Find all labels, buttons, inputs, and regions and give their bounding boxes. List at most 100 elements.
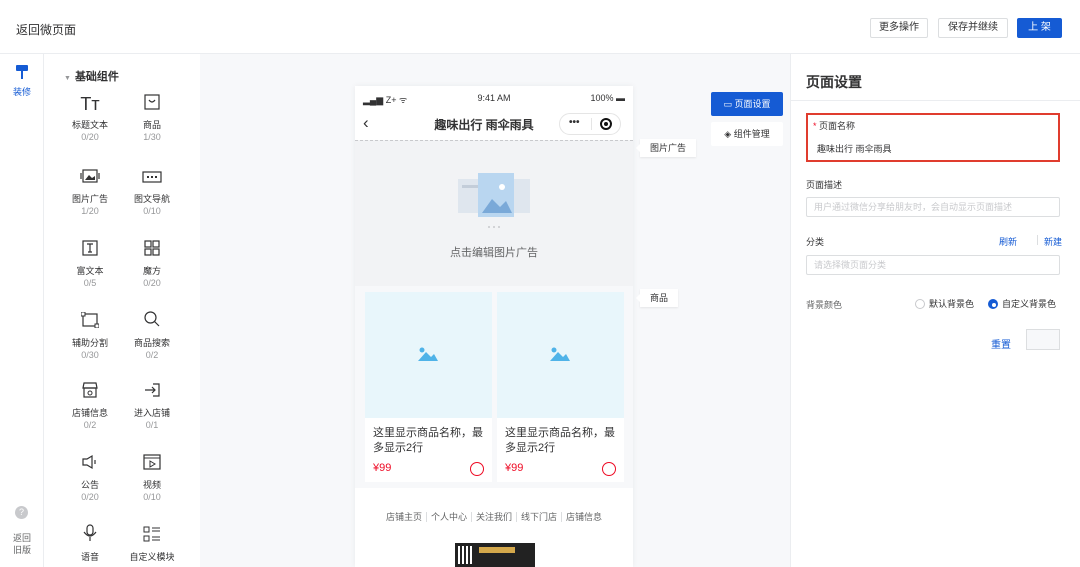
- refresh-link[interactable]: 刷新: [999, 235, 1017, 248]
- old-version-line1: 返回: [13, 533, 32, 543]
- bg-default-radio[interactable]: 默认背景色: [915, 297, 974, 310]
- footer-link[interactable]: 个人中心: [426, 512, 472, 522]
- cart-icon[interactable]: [470, 462, 484, 476]
- basic-components-group[interactable]: ▼ 基础组件: [64, 68, 119, 84]
- custom-module-icon: [124, 524, 180, 548]
- footer-link[interactable]: 关注我们: [471, 512, 517, 522]
- image-placeholder-icon: [458, 173, 530, 228]
- publish-button[interactable]: 上 架: [1017, 18, 1062, 38]
- goods-name: 这里显示商品名称，最多显示2行: [505, 427, 615, 454]
- decorate-nav-item[interactable]: 装修: [10, 64, 34, 98]
- search-icon: [124, 310, 180, 334]
- component-count: 0/10: [143, 206, 161, 216]
- settings-title: 页面设置: [806, 74, 862, 90]
- component-label: 辅助分割: [71, 338, 108, 348]
- component-count: 0/20: [143, 278, 161, 288]
- reset-color-link[interactable]: 重置: [991, 336, 1011, 351]
- radio-checked: [988, 299, 998, 309]
- radio-label: 默认背景色: [929, 299, 975, 309]
- goods-card[interactable]: 这里显示商品名称，最多显示2行 ¥99: [497, 292, 624, 482]
- new-category-link[interactable]: 新建: [1044, 235, 1062, 248]
- component-count: 0/5: [83, 278, 97, 288]
- caret-down-icon: ▼: [64, 75, 71, 82]
- component-title-text[interactable]: Tт 标题文本 0/20: [62, 92, 118, 142]
- bg-color-label: 背景颜色: [806, 300, 843, 310]
- cube-icon: [124, 238, 180, 262]
- page-name-label: * 页面名称: [813, 121, 856, 131]
- component-management-tab[interactable]: ◈ 组件管理: [711, 122, 783, 146]
- goods-image: [497, 292, 624, 418]
- help-icon[interactable]: ?: [15, 506, 28, 519]
- page-name-input[interactable]: 趣味出行 雨伞雨具: [810, 140, 1056, 160]
- bg-custom-radio[interactable]: 自定义背景色: [988, 297, 1056, 310]
- component-store-info[interactable]: 店铺信息 0/2: [62, 380, 118, 430]
- component-notice[interactable]: 公告 0/20: [62, 452, 118, 502]
- component-label: 标题文本: [71, 120, 108, 130]
- footer-link[interactable]: 店铺主页: [381, 512, 427, 522]
- component-custom-module[interactable]: 自定义模块: [124, 524, 180, 563]
- voice-icon: [62, 524, 118, 548]
- goods-block[interactable]: 这里显示商品名称，最多显示2行 ¥99 这里显示商品名称，最多显示2行 ¥99: [355, 286, 633, 488]
- radio-unchecked: [915, 299, 925, 309]
- component-count: 0/30: [81, 350, 99, 360]
- component-image-ad[interactable]: 图片广告 1/20: [62, 166, 118, 216]
- component-label: 魔方: [142, 266, 161, 276]
- goods-name: 这里显示商品名称，最多显示2行: [373, 427, 483, 454]
- component-goods-search[interactable]: 商品搜索 0/2: [124, 310, 180, 360]
- component-label: 进入店铺: [133, 408, 170, 418]
- more-dots-icon: •••: [569, 117, 580, 128]
- component-goods[interactable]: 商品 1/30: [124, 92, 180, 142]
- component-label: 视频: [142, 480, 161, 490]
- footer-links: 店铺主页 个人中心 关注我们 线下门店 店铺信息: [355, 510, 633, 523]
- page-icon: ▭: [723, 99, 732, 109]
- image-ad-block[interactable]: 点击编辑图片广告: [355, 140, 633, 286]
- footer-link[interactable]: 店铺信息: [562, 512, 606, 522]
- store-info-icon: [62, 380, 118, 404]
- more-actions-button[interactable]: 更多操作: [870, 18, 928, 38]
- footer-link[interactable]: 线下门店: [517, 512, 563, 522]
- brush-icon: [16, 65, 28, 79]
- component-label: 商品: [142, 120, 161, 130]
- component-count: 0/10: [143, 492, 161, 502]
- component-label: 富文本: [76, 266, 104, 276]
- component-count: 0/2: [83, 420, 97, 430]
- close-circle-icon: [600, 118, 612, 130]
- radio-label: 自定义背景色: [1002, 299, 1057, 309]
- component-panel: ▼ 基础组件 Tт 标题文本 0/20 商品 1/30 图片广告 1/20 图文导…: [44, 54, 200, 567]
- goods-price: ¥99: [505, 462, 524, 474]
- back-to-pages-link[interactable]: 返回微页面: [16, 21, 76, 38]
- goods-tag[interactable]: 商品: [635, 289, 679, 307]
- component-voice[interactable]: 语音: [62, 524, 118, 563]
- page-desc-input[interactable]: 用户通过微信分享给朋友时，会自动显示页面描述: [806, 197, 1060, 217]
- component-label: 图片广告: [71, 194, 108, 204]
- component-count: 0/20: [81, 492, 99, 502]
- goods-price: ¥99: [373, 462, 392, 474]
- enter-store-icon: [124, 380, 180, 404]
- category-select[interactable]: 请选择微页面分类: [806, 255, 1060, 275]
- save-continue-button[interactable]: 保存并继续: [938, 18, 1008, 38]
- phone-nav-bar: ‹ 趣味出行 雨伞雨具 •••: [355, 108, 633, 140]
- component-label: 语音: [80, 552, 99, 562]
- goods-card[interactable]: 这里显示商品名称，最多显示2行 ¥99: [365, 292, 492, 482]
- component-rich-text[interactable]: 富文本 0/5: [62, 238, 118, 288]
- component-video[interactable]: 视频 0/10: [124, 452, 180, 502]
- old-version-line2: 旧版: [13, 545, 32, 555]
- goods-icon: [124, 92, 180, 116]
- settings-panel: 页面设置 * 页面名称 趣味出行 雨伞雨具 页面描述 用户通过微信分享给朋友时，…: [790, 54, 1080, 567]
- image-ad-tag[interactable]: 图片广告: [635, 139, 697, 157]
- page-settings-tab[interactable]: ▭ 页面设置: [711, 92, 783, 116]
- color-swatch[interactable]: [1026, 329, 1060, 350]
- component-image-nav[interactable]: 图文导航 0/10: [124, 166, 180, 216]
- return-old-version-link[interactable]: 返回 旧版: [13, 532, 31, 556]
- tab-label: 页面设置: [734, 99, 771, 109]
- component-cube[interactable]: 魔方 0/20: [124, 238, 180, 288]
- component-enter-store[interactable]: 进入店铺 0/1: [124, 380, 180, 430]
- component-label: 公告: [80, 480, 99, 490]
- component-divider[interactable]: 辅助分割 0/30: [62, 310, 118, 360]
- mini-program-capsule: •••: [559, 113, 621, 135]
- page-desc-label: 页面描述: [806, 180, 843, 190]
- image-ad-icon: [62, 166, 118, 190]
- image-placeholder-icon: [550, 347, 570, 361]
- top-bar: 返回微页面 更多操作 保存并继续 上 架: [0, 0, 1080, 54]
- cart-icon[interactable]: [602, 462, 616, 476]
